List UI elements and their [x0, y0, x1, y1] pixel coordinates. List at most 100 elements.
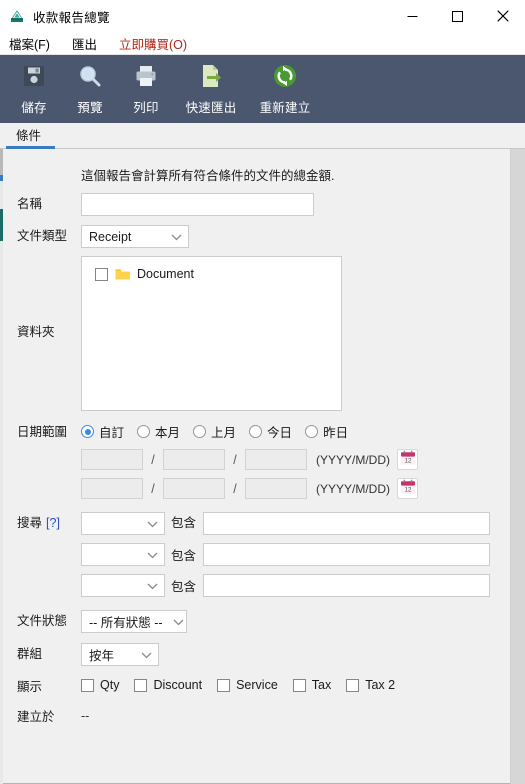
date-from-month-input[interactable]: [163, 449, 225, 470]
display-option-discount[interactable]: Discount: [134, 678, 202, 692]
toolbar-rebuild-label: 重新建立: [259, 101, 311, 115]
date-to-year-input[interactable]: [81, 478, 143, 499]
row-search-2: 包含: [3, 543, 510, 566]
tab-conditions[interactable]: 條件: [6, 123, 56, 149]
chevron-down-icon: [147, 579, 158, 593]
radio-last-month[interactable]: [193, 425, 207, 438]
date-from-year-input[interactable]: [81, 449, 143, 470]
refresh-icon: [269, 61, 301, 91]
close-button[interactable]: [480, 0, 525, 32]
chevron-down-icon: [171, 230, 182, 244]
search-field-select-3[interactable]: [81, 574, 165, 597]
scanner-icon: [9, 8, 25, 24]
search-field-select-2[interactable]: [81, 543, 165, 566]
date-format-hint: (YYYY/M/DD): [316, 481, 391, 496]
folder-list[interactable]: Document: [81, 256, 342, 411]
radio-yesterday[interactable]: [305, 425, 319, 438]
display-option-tax2[interactable]: Tax 2: [346, 678, 395, 692]
created-on-value: --: [81, 709, 90, 723]
row-name: 名稱: [3, 193, 510, 216]
search-operator-3: 包含: [171, 580, 197, 594]
checkbox-service[interactable]: [217, 678, 231, 692]
date-from-calendar-button[interactable]: 12: [397, 449, 419, 470]
group-value: 按年: [89, 649, 115, 663]
toolbar-quick-export[interactable]: 快速匯出: [174, 55, 248, 123]
content-area: 這個報告會計算所有符合條件的文件的總金額. 名稱 文件類型 Receipt 資料…: [0, 149, 525, 784]
label-created-on: 建立於: [17, 710, 55, 724]
date-range-option-today[interactable]: 今日: [249, 422, 292, 441]
label-folders: 資料夾: [17, 325, 55, 339]
chevron-down-icon: [141, 648, 152, 662]
checkbox-qty[interactable]: [81, 678, 94, 692]
main-toolbar: 儲存 預覽 列印 快速匯出 重新建立: [0, 55, 525, 123]
label-name: 名稱: [17, 197, 43, 211]
date-range-option-yesterday[interactable]: 昨日: [305, 422, 348, 441]
date-to-row: / / (YYYY/M/DD) 12: [3, 478, 510, 499]
checkbox-tax2[interactable]: [346, 678, 360, 692]
display-option-tax[interactable]: Tax: [292, 678, 331, 692]
tab-strip: 條件: [0, 123, 525, 149]
calendar-icon: 12: [400, 479, 416, 498]
checkbox-discount[interactable]: [134, 678, 148, 692]
date-from-day-input[interactable]: [245, 449, 307, 470]
display-option-qty[interactable]: Qty: [81, 678, 119, 692]
menu-bar: 檔案(F) 匯出 立即購買(O): [0, 32, 525, 55]
date-separator: /: [151, 452, 155, 467]
display-option-service[interactable]: Service: [217, 678, 278, 692]
date-to-month-input[interactable]: [163, 478, 225, 499]
document-status-select[interactable]: -- 所有狀態 --: [81, 610, 187, 633]
name-input[interactable]: [81, 193, 314, 216]
menu-export[interactable]: 匯出: [72, 34, 109, 53]
list-item[interactable]: Document: [82, 265, 341, 283]
maximize-button[interactable]: [435, 0, 480, 32]
date-to-day-input[interactable]: [245, 478, 307, 499]
toolbar-preview[interactable]: 預覽: [62, 55, 118, 123]
toolbar-save-label: 儲存: [21, 101, 47, 115]
row-search-3: 包含: [3, 574, 510, 597]
date-from-row: / / (YYYY/M/DD) 12: [3, 449, 510, 470]
search-value-input-3[interactable]: [203, 574, 491, 597]
toolbar-rebuild[interactable]: 重新建立: [248, 55, 322, 123]
search-help-link[interactable]: [?]: [46, 516, 60, 530]
chevron-down-icon: [173, 615, 184, 629]
display-options: Qty Discount Service Tax Tax 2: [81, 676, 410, 692]
folder-checkbox[interactable]: [95, 267, 108, 281]
row-group: 群組 按年: [3, 643, 510, 666]
document-type-select[interactable]: Receipt: [81, 225, 189, 248]
search-field-select-1[interactable]: [81, 512, 165, 535]
scrollbar-track[interactable]: [510, 149, 525, 784]
toolbar-save[interactable]: 儲存: [6, 55, 62, 123]
search-value-input-2[interactable]: [203, 543, 491, 566]
search-value-input-1[interactable]: [203, 512, 491, 535]
radio-custom[interactable]: [81, 425, 94, 438]
radio-this-month[interactable]: [137, 425, 151, 438]
search-operator-2: 包含: [171, 549, 197, 563]
document-status-value: -- 所有狀態 --: [89, 616, 163, 630]
toolbar-print[interactable]: 列印: [118, 55, 174, 123]
radio-today[interactable]: [249, 425, 263, 438]
date-range-option-custom[interactable]: 自訂: [81, 422, 124, 441]
chevron-down-icon: [147, 517, 158, 531]
date-range-option-this-month[interactable]: 本月: [137, 422, 180, 441]
date-range-label-last-month: 上月: [211, 426, 237, 440]
label-group: 群組: [17, 647, 43, 661]
group-select[interactable]: 按年: [81, 643, 159, 666]
label-date-range: 日期範圍: [17, 425, 68, 439]
label-document-type: 文件類型: [17, 229, 68, 243]
menu-buy-now[interactable]: 立即購買(O): [119, 34, 199, 53]
minimize-button[interactable]: [390, 0, 435, 32]
app-window: 收款報告總覽 檔案(F) 匯出 立即購買(O) 儲存 預覽 列印 快速匯出 重新…: [0, 0, 525, 784]
date-range-option-last-month[interactable]: 上月: [193, 422, 236, 441]
magnifier-icon: [74, 61, 106, 91]
row-search: 搜尋 [?] 包含: [3, 512, 510, 535]
svg-text:12: 12: [404, 487, 411, 494]
calendar-icon: 12: [400, 450, 416, 469]
floppy-disk-icon: [18, 61, 50, 91]
row-document-status: 文件狀態 -- 所有狀態 --: [3, 610, 510, 633]
search-operator-1: 包含: [171, 516, 197, 530]
date-to-calendar-button[interactable]: 12: [397, 478, 419, 499]
checkbox-tax[interactable]: [292, 678, 306, 692]
display-label-service: Service: [236, 678, 278, 692]
menu-file[interactable]: 檔案(F): [9, 34, 62, 53]
conditions-form: 這個報告會計算所有符合條件的文件的總金額. 名稱 文件類型 Receipt 資料…: [3, 149, 510, 784]
